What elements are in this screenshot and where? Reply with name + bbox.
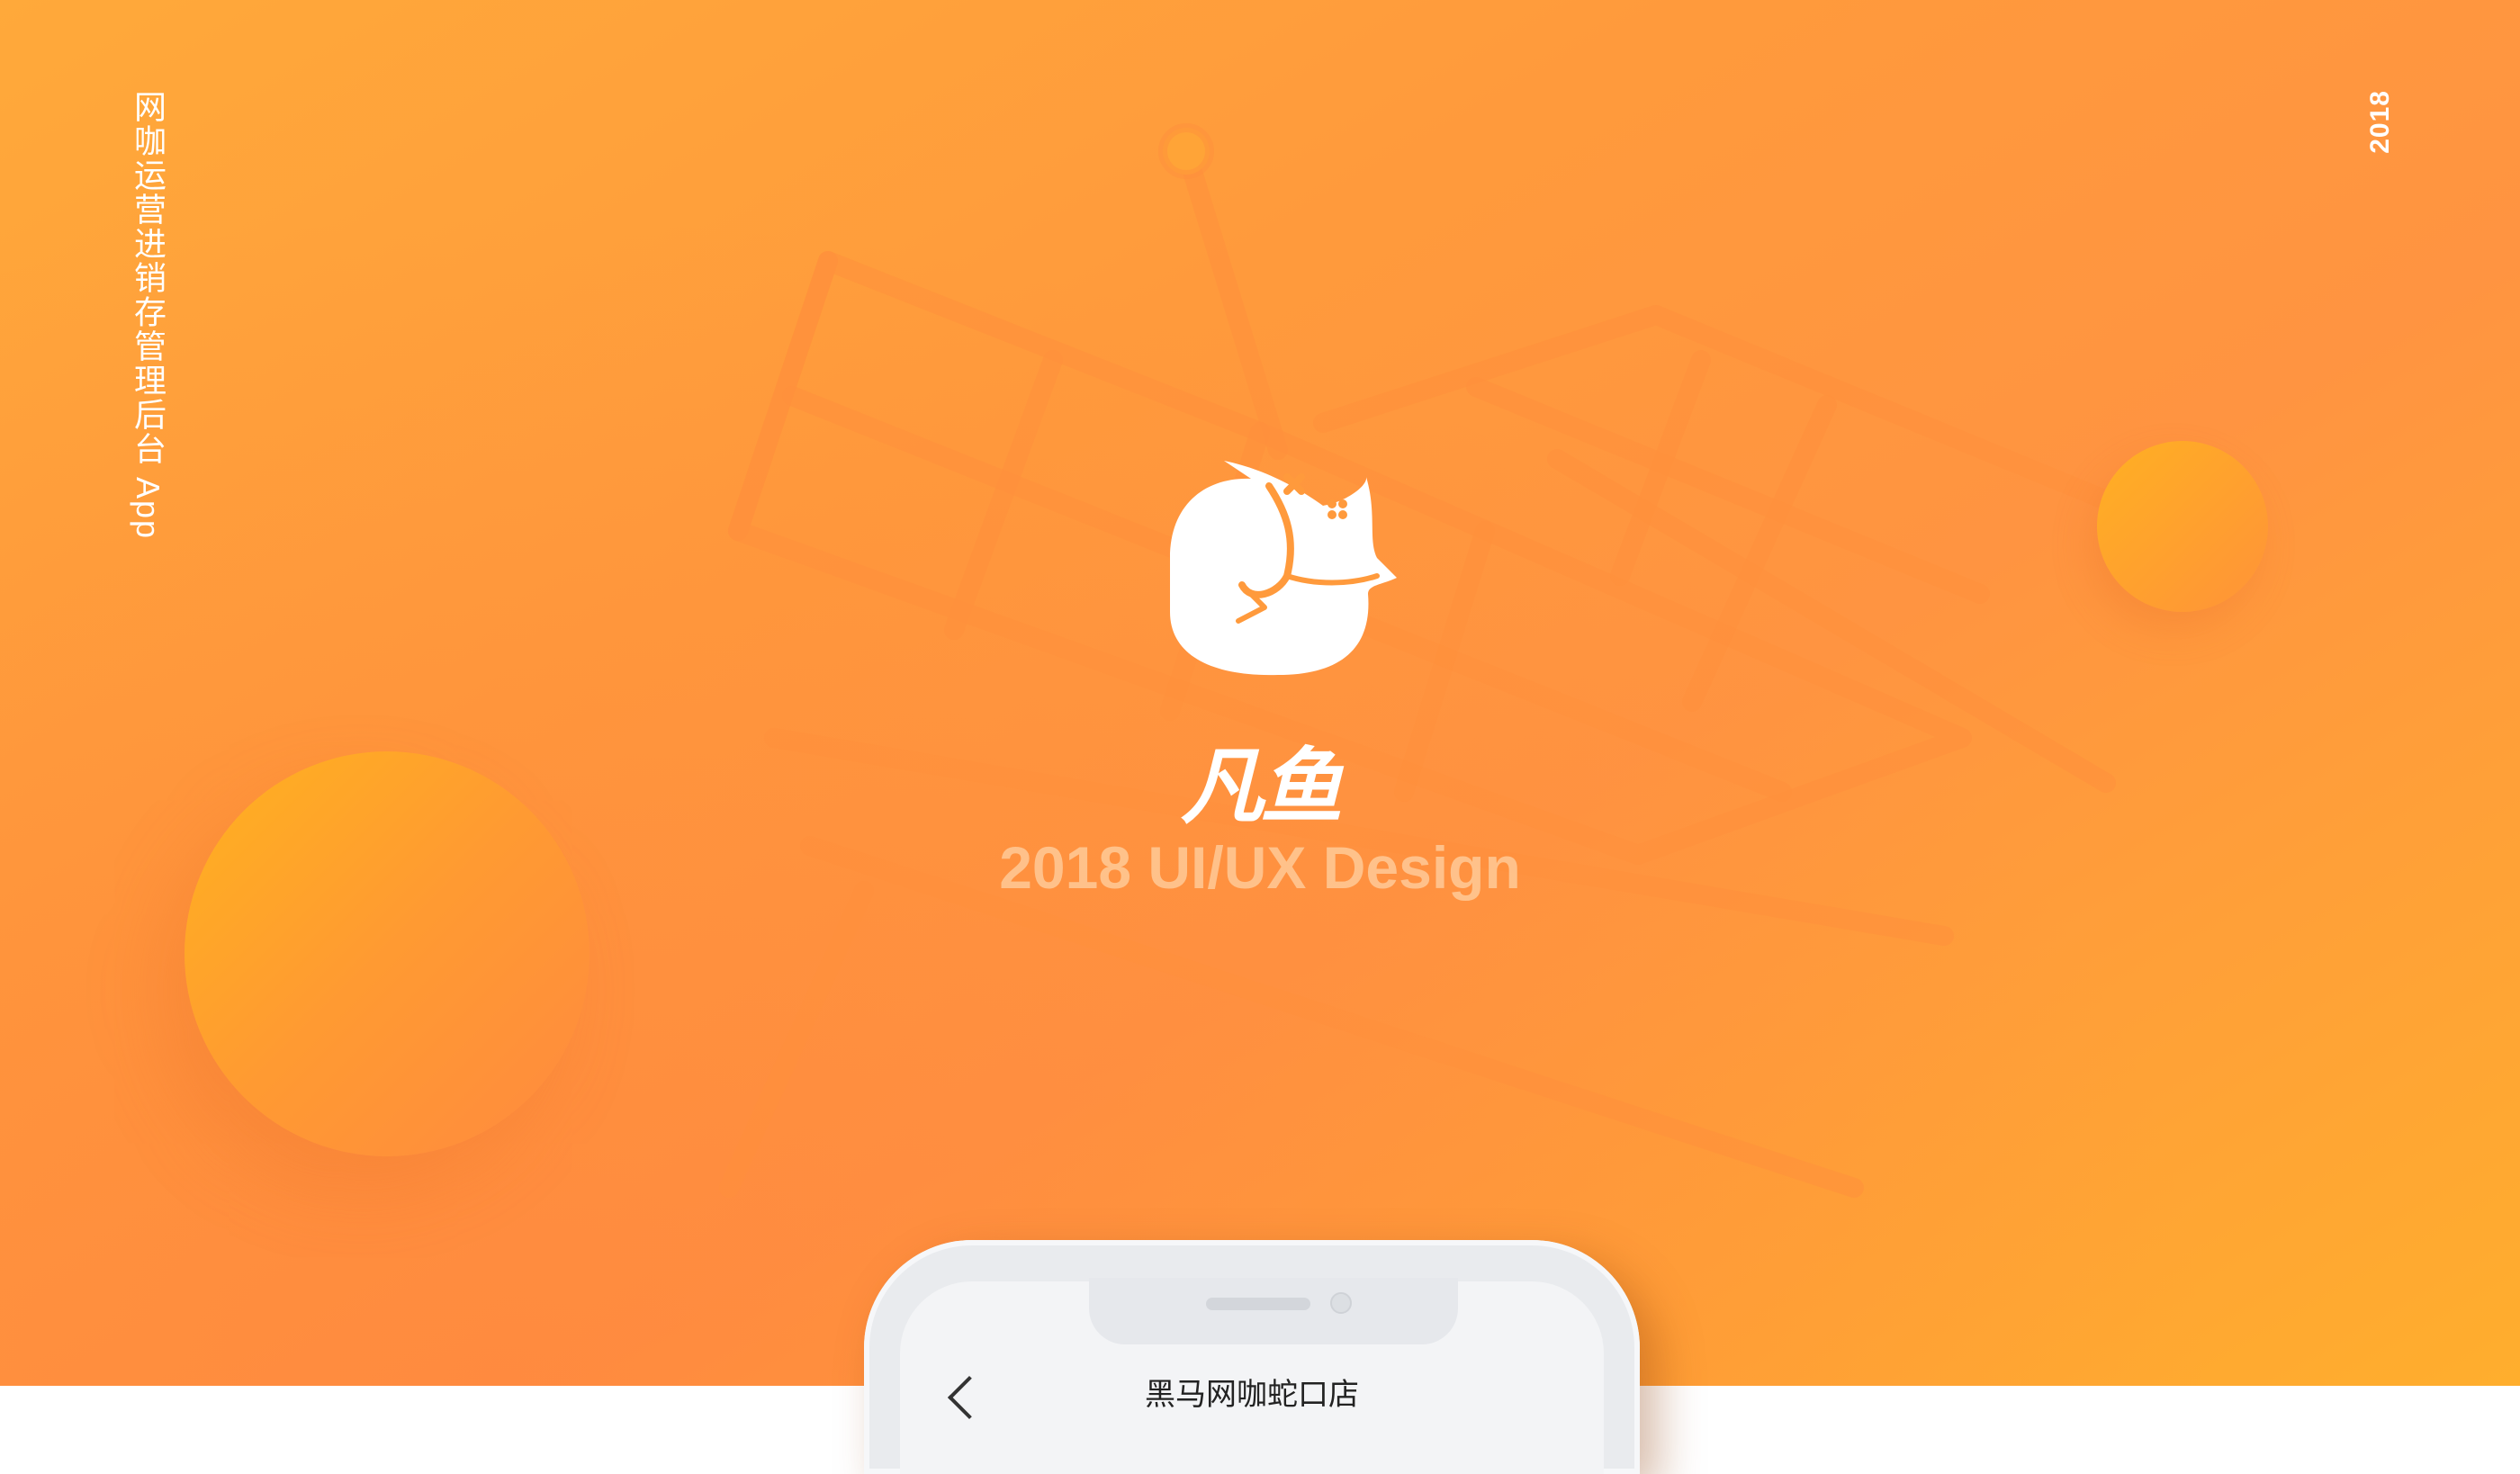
- phone-notch: [1089, 1278, 1458, 1344]
- front-camera: [1330, 1292, 1352, 1314]
- speaker-grille: [1206, 1298, 1310, 1310]
- decorative-orb-left: [184, 751, 590, 1156]
- tagline: 2018 UI/UX Design: [999, 834, 1521, 901]
- phone-mockup: 黑马网咖蛇口店: [864, 1240, 1640, 1474]
- phone-screen: 黑马网咖蛇口店: [900, 1278, 1604, 1474]
- decorative-orb-right: [2097, 441, 2268, 612]
- year-label: 2018: [2365, 90, 2395, 154]
- shopping-cart-illustration: [719, 123, 2125, 1198]
- vertical-app-title: 网咖运营进销存管理后台 App: [130, 90, 166, 541]
- brand-wordmark: 凡鱼: [1180, 741, 1343, 833]
- fox-gamepad-icon: [1170, 461, 1397, 676]
- phone-screen-title: 黑马网咖蛇口店: [1145, 1378, 1359, 1412]
